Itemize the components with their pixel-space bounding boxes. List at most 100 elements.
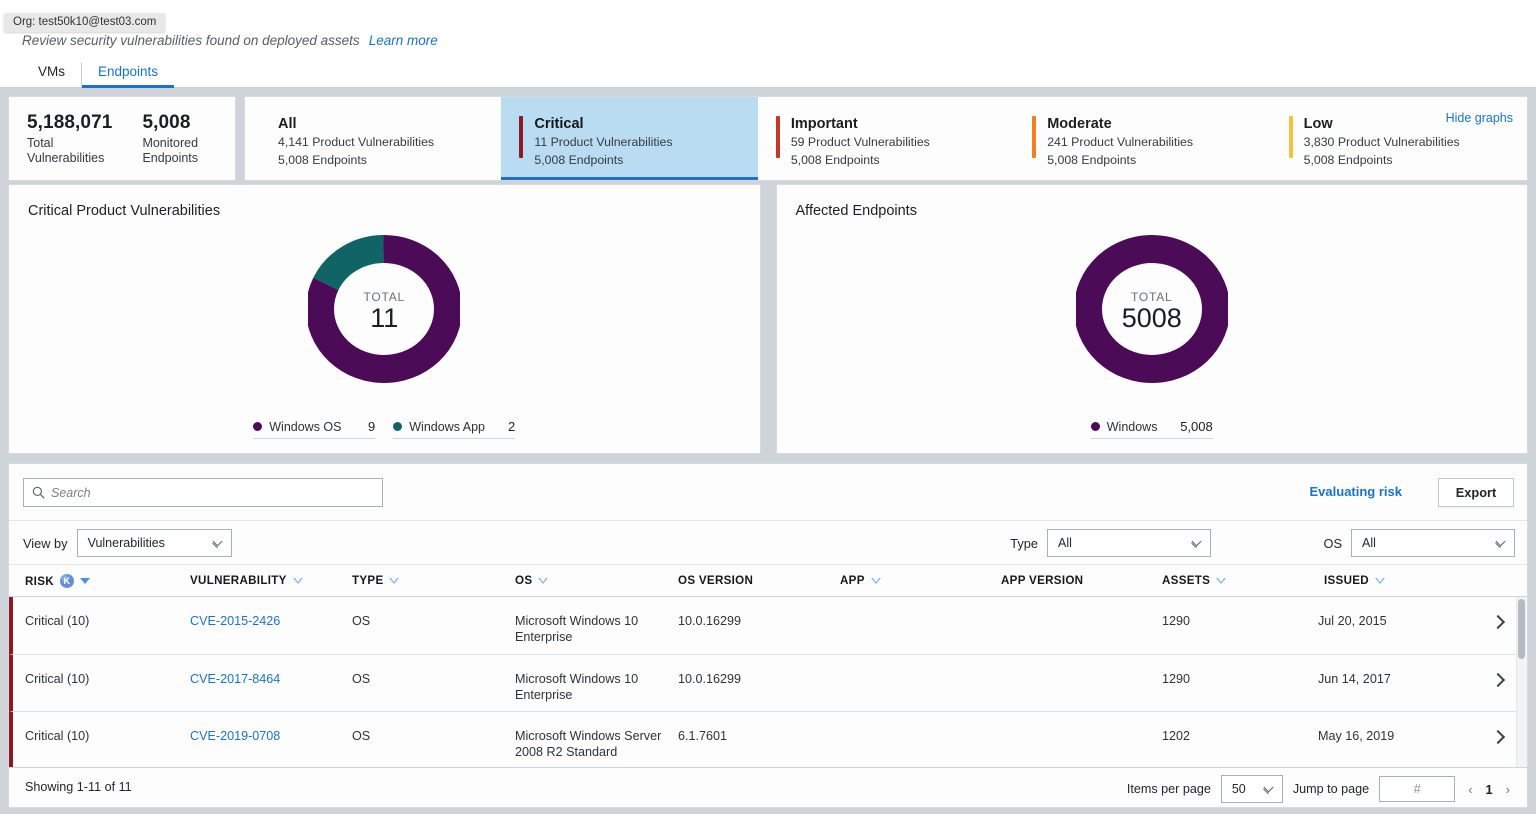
search-box[interactable] bbox=[23, 478, 383, 507]
severity-endpoints-important: 5,008 Endpoints bbox=[790, 153, 880, 167]
os-select[interactable]: All bbox=[1351, 529, 1515, 557]
monitored-endpoints-label-1: Monitored bbox=[142, 135, 199, 150]
column-header-issued[interactable]: ISSUED bbox=[1324, 574, 1385, 587]
tab-vms[interactable]: VMs bbox=[22, 58, 81, 88]
cell-assets: 1290 bbox=[1162, 671, 1191, 686]
learn-more-link[interactable]: Learn more bbox=[369, 33, 438, 48]
donut-total-value-critical: 11 bbox=[370, 302, 399, 333]
next-page-button[interactable]: › bbox=[1503, 782, 1513, 797]
kenna-risk-score-icon: K bbox=[59, 574, 74, 588]
legend-item-windows-app[interactable]: Windows App 2 bbox=[393, 419, 516, 439]
chevron-down-icon bbox=[1495, 536, 1506, 548]
column-header-os-version: OS VERSION bbox=[678, 574, 753, 587]
severity-card-important[interactable]: Important 59 Product Vulnerabilities 5,0… bbox=[758, 97, 1014, 180]
jump-to-page-input[interactable] bbox=[1379, 776, 1456, 802]
column-header-type[interactable]: TYPE bbox=[352, 574, 400, 587]
chart-title-endpoints: Affected Endpoints bbox=[795, 203, 917, 219]
cell-type: OS bbox=[352, 729, 371, 743]
legend-critical: Windows OS 9 Windows App 2 bbox=[9, 419, 760, 439]
search-icon bbox=[32, 486, 45, 499]
chevron-right-icon[interactable] bbox=[1490, 729, 1506, 745]
severity-card-moderate[interactable]: Moderate 241 Product Vulnerabilities 5,0… bbox=[1014, 97, 1270, 180]
cell-os-version: 6.1.7601 bbox=[678, 729, 728, 743]
severity-card-all[interactable]: All 4,141 Product Vulnerabilities 5,008 … bbox=[245, 97, 501, 180]
table-row[interactable]: Critical (10) CVE-2015-2426 OS Microsoft… bbox=[9, 597, 1527, 655]
showing-count: Showing 1-11 of 11 bbox=[25, 780, 132, 794]
table-body[interactable]: Critical (10) CVE-2015-2426 OS Microsoft… bbox=[9, 597, 1527, 779]
chevron-down-icon bbox=[212, 536, 223, 548]
column-label-type: TYPE bbox=[352, 574, 384, 587]
legend-label-windows-os: Windows OS bbox=[269, 419, 342, 434]
severity-color-bar-important bbox=[775, 116, 780, 158]
column-label-app: APP bbox=[840, 574, 865, 587]
table-row[interactable]: Critical (10) CVE-2017-8464 OS Microsoft… bbox=[9, 654, 1527, 712]
view-by-select[interactable]: Vulnerabilities bbox=[76, 529, 232, 557]
donut-total-label-critical: TOTAL bbox=[363, 289, 406, 304]
sort-icon bbox=[1374, 577, 1385, 584]
chevron-down-icon bbox=[1263, 782, 1274, 794]
column-label-os-version: OS VERSION bbox=[678, 574, 754, 587]
chevron-right-icon[interactable] bbox=[1490, 672, 1506, 687]
column-header-assets[interactable]: ASSETS bbox=[1162, 574, 1227, 587]
cell-risk: Critical (10) bbox=[25, 614, 90, 628]
severity-cards: All 4,141 Product Vulnerabilities 5,008 … bbox=[244, 96, 1528, 181]
sort-desc-icon bbox=[79, 578, 90, 584]
column-header-os[interactable]: OS bbox=[515, 574, 549, 587]
table-row[interactable]: Critical (10) CVE-2019-0708 OS Microsoft… bbox=[9, 712, 1527, 770]
severity-endpoints-low: 5,008 Endpoints bbox=[1303, 153, 1393, 167]
cell-vulnerability-link[interactable]: CVE-2017-8464 bbox=[190, 671, 280, 687]
table-scrollbar-thumb[interactable] bbox=[1518, 599, 1525, 659]
totals-card: 5,188,071 Total Vulnerabilities 5,008 Mo… bbox=[8, 96, 236, 181]
severity-vulns-critical: 11 Product Vulnerabilities bbox=[534, 135, 673, 149]
sort-icon bbox=[538, 577, 549, 584]
total-vulnerabilities-label-2: Vulnerabilities bbox=[27, 150, 105, 165]
evaluating-risk-link[interactable]: Evaluating risk bbox=[1310, 484, 1402, 499]
page-subtitle: Review security vulnerabilities found on… bbox=[22, 33, 360, 48]
donut-total-value-endpoints: 5008 bbox=[1121, 302, 1182, 333]
monitored-endpoints: 5,008 Monitored Endpoints bbox=[142, 112, 198, 166]
column-header-risk[interactable]: RISK K bbox=[25, 574, 90, 588]
cell-risk: Critical (10) bbox=[25, 671, 90, 686]
legend-item-windows-os[interactable]: Windows OS 9 bbox=[253, 419, 376, 439]
view-by-label: View by bbox=[23, 535, 68, 551]
table-scrollbar-track[interactable] bbox=[1516, 597, 1527, 779]
cell-issued: May 16, 2019 bbox=[1318, 729, 1395, 743]
export-button[interactable]: Export bbox=[1438, 478, 1514, 507]
severity-endpoints-critical: 5,008 Endpoints bbox=[534, 153, 624, 167]
type-label: Type bbox=[1010, 535, 1038, 551]
tab-endpoints[interactable]: Endpoints bbox=[82, 58, 175, 88]
items-per-page-select[interactable]: 50 bbox=[1220, 775, 1283, 803]
cell-vulnerability-link[interactable]: CVE-2019-0708 bbox=[190, 728, 280, 744]
charts-band: Critical Product Vulnerabilities TOTAL 1… bbox=[0, 184, 1536, 454]
cell-os: Microsoft Windows Server 2008 R2 Standar… bbox=[515, 729, 662, 759]
severity-card-critical[interactable]: Critical 11 Product Vulnerabilities 5,00… bbox=[501, 97, 758, 180]
legend-dot-windows-app bbox=[393, 422, 403, 431]
donut-endpoints: TOTAL 5008 bbox=[1073, 229, 1230, 394]
column-header-app[interactable]: APP bbox=[840, 574, 881, 587]
type-select[interactable]: All bbox=[1047, 529, 1211, 557]
type-filter-group: Type All bbox=[1010, 529, 1211, 557]
previous-page-button[interactable]: ‹ bbox=[1465, 782, 1475, 797]
severity-label-important: Important bbox=[790, 116, 858, 132]
cell-issued: Jun 14, 2017 bbox=[1318, 671, 1391, 686]
severity-card-low[interactable]: Low 3,830 Product Vulnerabilities 5,008 … bbox=[1271, 97, 1527, 180]
legend-item-windows[interactable]: Windows 5,008 bbox=[1090, 419, 1213, 439]
current-page-number: 1 bbox=[1485, 781, 1493, 797]
severity-color-bar-low bbox=[1288, 116, 1293, 158]
table-toolbar: Evaluating risk Export bbox=[9, 464, 1527, 521]
cell-vulnerability-link[interactable]: CVE-2015-2426 bbox=[190, 613, 280, 629]
pagination: Items per page 50 Jump to page ‹ 1 › bbox=[1127, 775, 1513, 803]
chevron-right-icon[interactable] bbox=[1490, 614, 1506, 630]
search-input[interactable] bbox=[51, 485, 374, 500]
column-header-vulnerability[interactable]: VULNERABILITY bbox=[190, 574, 303, 587]
severity-color-bar-critical bbox=[519, 116, 524, 158]
total-vulnerabilities-value: 5,188,071 bbox=[27, 111, 113, 133]
cell-type: OS bbox=[352, 671, 371, 686]
column-header-app-version: APP VERSION bbox=[1001, 574, 1083, 587]
sort-icon bbox=[1216, 577, 1227, 584]
type-value: All bbox=[1058, 536, 1072, 550]
column-label-issued: ISSUED bbox=[1324, 574, 1369, 587]
cell-os: Microsoft Windows 10 Enterprise bbox=[515, 614, 639, 644]
column-label-vulnerability: VULNERABILITY bbox=[190, 574, 287, 587]
hide-graphs-link[interactable]: Hide graphs bbox=[1446, 111, 1513, 125]
